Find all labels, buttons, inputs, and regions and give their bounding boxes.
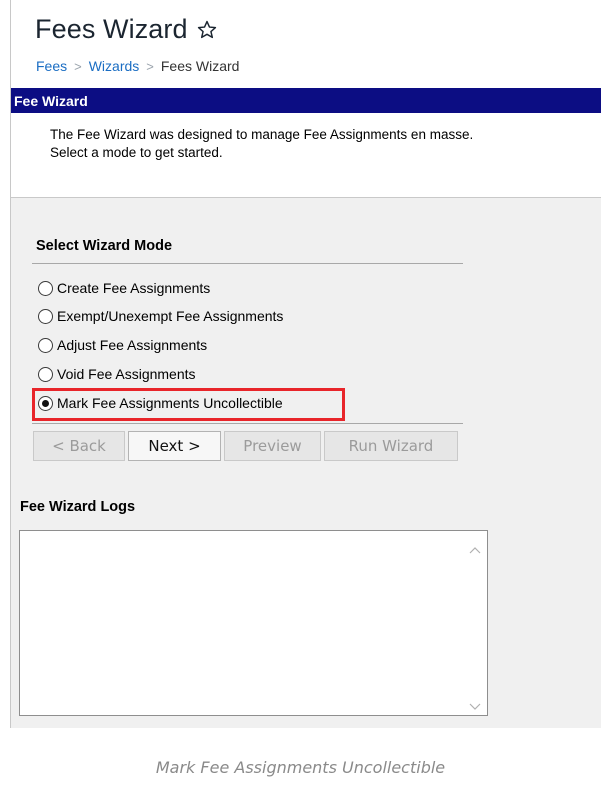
radio-label: Void Fee Assignments bbox=[57, 366, 196, 382]
radio-button[interactable] bbox=[38, 308, 53, 324]
divider bbox=[32, 423, 463, 424]
title-row: Fees Wizard bbox=[35, 14, 218, 45]
breadcrumb-fees-link[interactable]: Fees bbox=[36, 58, 67, 74]
selection-highlight-box bbox=[32, 388, 345, 421]
breadcrumb-current: Fees Wizard bbox=[160, 58, 240, 74]
run-wizard-button[interactable]: Run Wizard bbox=[324, 431, 458, 461]
radio-adjust-fee-assignments[interactable]: Adjust Fee Assignments bbox=[38, 337, 207, 353]
radio-button[interactable] bbox=[38, 337, 53, 353]
radio-button[interactable] bbox=[38, 366, 53, 382]
next-button[interactable]: Next > bbox=[128, 431, 221, 461]
breadcrumb: Fees > Wizards > Fees Wizard bbox=[36, 58, 239, 74]
logs-textarea[interactable] bbox=[19, 530, 488, 716]
chevron-right-icon: > bbox=[74, 58, 82, 74]
logs-heading: Fee Wizard Logs bbox=[20, 499, 136, 515]
divider bbox=[32, 263, 463, 264]
preview-button[interactable]: Preview bbox=[224, 431, 321, 461]
scroll-down-icon[interactable] bbox=[469, 699, 481, 710]
chevron-right-icon: > bbox=[146, 58, 154, 74]
page-header: Fees Wizard Fees > Wizards > Fees Wizard bbox=[11, 0, 601, 87]
back-button[interactable]: < Back bbox=[33, 431, 125, 461]
image-caption: Mark Fee Assignments Uncollectible bbox=[155, 758, 446, 777]
breadcrumb-wizards-link[interactable]: Wizards bbox=[89, 58, 140, 74]
wizard-panel: Select Wizard Mode Create Fee Assignment… bbox=[11, 197, 601, 728]
star-icon[interactable] bbox=[196, 19, 218, 41]
page-frame: Fees Wizard Fees > Wizards > Fees Wizard… bbox=[10, 0, 601, 728]
radio-label: Create Fee Assignments bbox=[57, 280, 211, 296]
radio-label: Exempt/Unexempt Fee Assignments bbox=[57, 308, 284, 324]
panel-title-bar: Fee Wizard bbox=[11, 88, 601, 113]
page-title: Fees Wizard bbox=[35, 14, 188, 44]
wizard-mode-heading: Select Wizard Mode bbox=[36, 238, 173, 254]
radio-create-fee-assignments[interactable]: Create Fee Assignments bbox=[38, 280, 210, 296]
wizard-button-row: < Back Next > Preview Run Wizard bbox=[33, 431, 461, 461]
radio-label: Adjust Fee Assignments bbox=[57, 337, 208, 353]
intro-line-1: The Fee Wizard was designed to manage Fe… bbox=[50, 127, 474, 142]
radio-exempt-unexempt-fee-assignments[interactable]: Exempt/Unexempt Fee Assignments bbox=[38, 308, 283, 324]
intro-line-2: Select a mode to get started. bbox=[50, 145, 223, 160]
scroll-up-icon[interactable] bbox=[469, 542, 481, 554]
radio-void-fee-assignments[interactable]: Void Fee Assignments bbox=[38, 366, 196, 382]
radio-button[interactable] bbox=[38, 280, 53, 296]
intro-text: The Fee Wizard was designed to manage Fe… bbox=[11, 113, 601, 197]
